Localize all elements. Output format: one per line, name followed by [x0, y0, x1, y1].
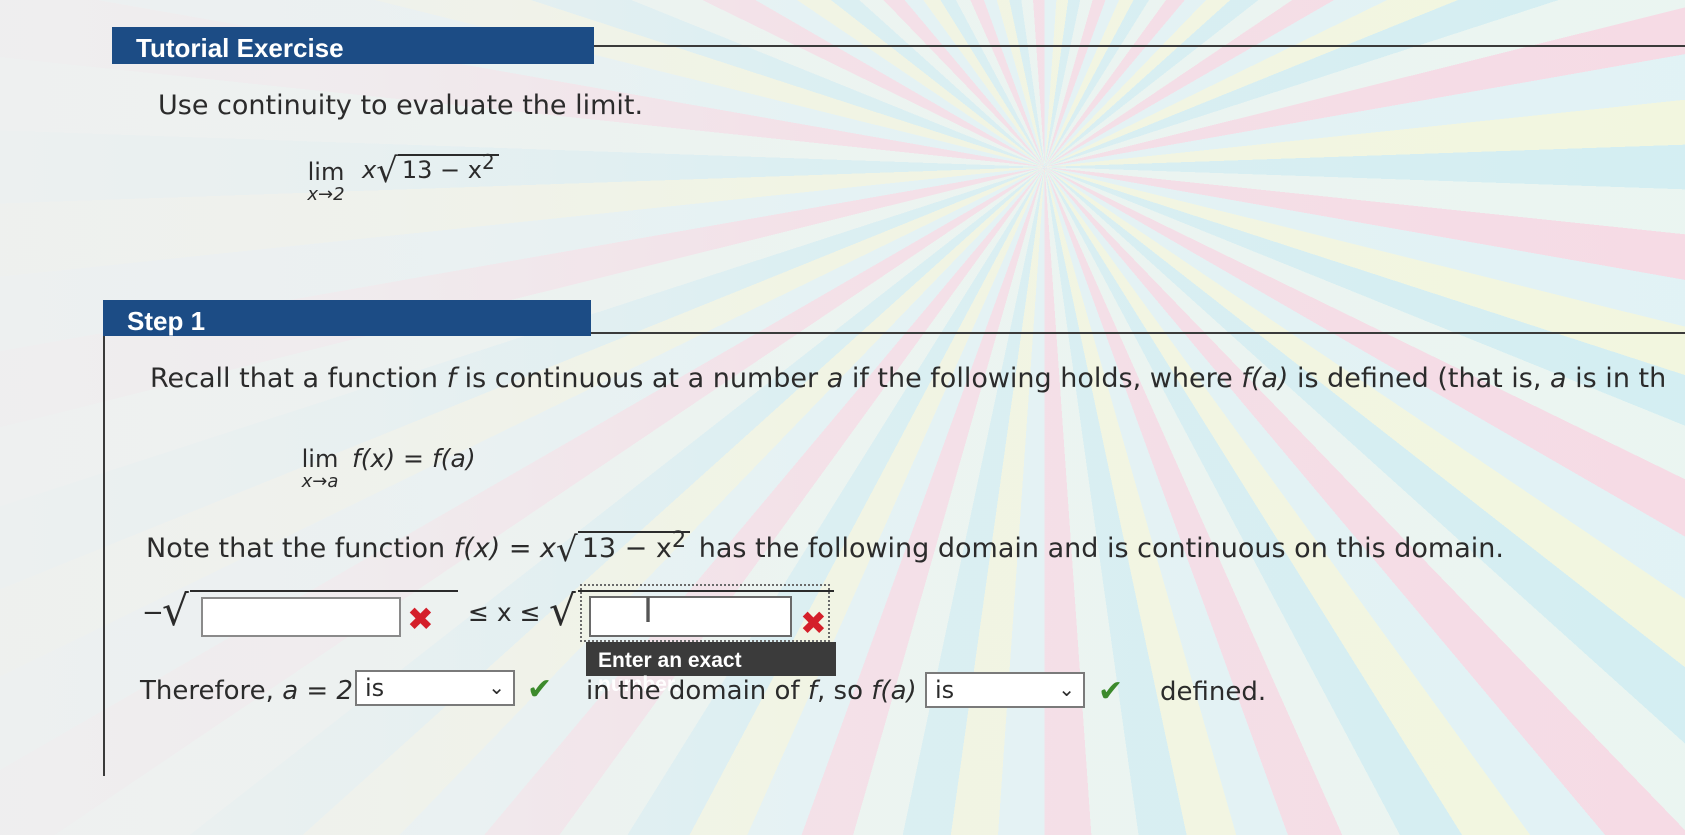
- step1-header: Step 1: [103, 300, 591, 336]
- screen-background: [0, 0, 1685, 835]
- problem-expression: x√ 13 − x2: [362, 150, 499, 191]
- domain-text: in the domain of f, so f(a): [586, 676, 917, 706]
- recall-text: Recall that a function f is continuous a…: [150, 363, 1667, 394]
- inequality-text: ≤ x ≤: [468, 598, 541, 627]
- instruction-text: Use continuity to evaluate the limit.: [158, 90, 644, 121]
- sqrt-right-icon: √: [549, 586, 576, 635]
- domain-lower-input[interactable]: [201, 597, 401, 637]
- domain-upper-input[interactable]: [589, 596, 792, 637]
- x-mark-icon: ✖: [407, 600, 434, 638]
- tutorial-header: Tutorial Exercise: [112, 27, 594, 64]
- is-dropdown-1[interactable]: is ⌄: [355, 670, 515, 706]
- step1-rule: [591, 332, 1685, 334]
- text-cursor-icon: I: [643, 591, 654, 631]
- check-mark-icon: ✔: [527, 672, 553, 707]
- x-mark-icon: ✖: [800, 604, 827, 642]
- defined-text: defined.: [1160, 677, 1267, 707]
- hint-tooltip: Enter an exact number.: [586, 642, 836, 696]
- sqrt-left-icon: √: [162, 586, 189, 635]
- chevron-down-icon: ⌄: [488, 675, 505, 699]
- sqrt-left-bar: [190, 590, 458, 592]
- sqrt-symbol: √ 13 − x2: [556, 527, 691, 570]
- definition-expression: f(x) = f(a): [352, 444, 476, 473]
- step1-title: Step 1: [127, 306, 206, 336]
- minus-sign: −: [142, 598, 164, 628]
- check-mark-icon: ✔: [1098, 674, 1124, 709]
- tutorial-title: Tutorial Exercise: [136, 33, 344, 63]
- is-dropdown-2[interactable]: is ⌄: [925, 672, 1085, 708]
- note-text: Note that the function f(x) = x√ 13 − x2 …: [146, 527, 1504, 570]
- step1-left-border: [103, 336, 105, 776]
- definition-limit: lim x→a: [301, 445, 339, 492]
- problem-limit: lim x→2: [307, 158, 345, 205]
- chevron-down-icon: ⌄: [1058, 677, 1075, 701]
- header-rule: [594, 45, 1685, 47]
- therefore-text: Therefore, a = 2: [140, 676, 353, 706]
- sqrt-symbol: √ 13 − x2: [376, 150, 499, 191]
